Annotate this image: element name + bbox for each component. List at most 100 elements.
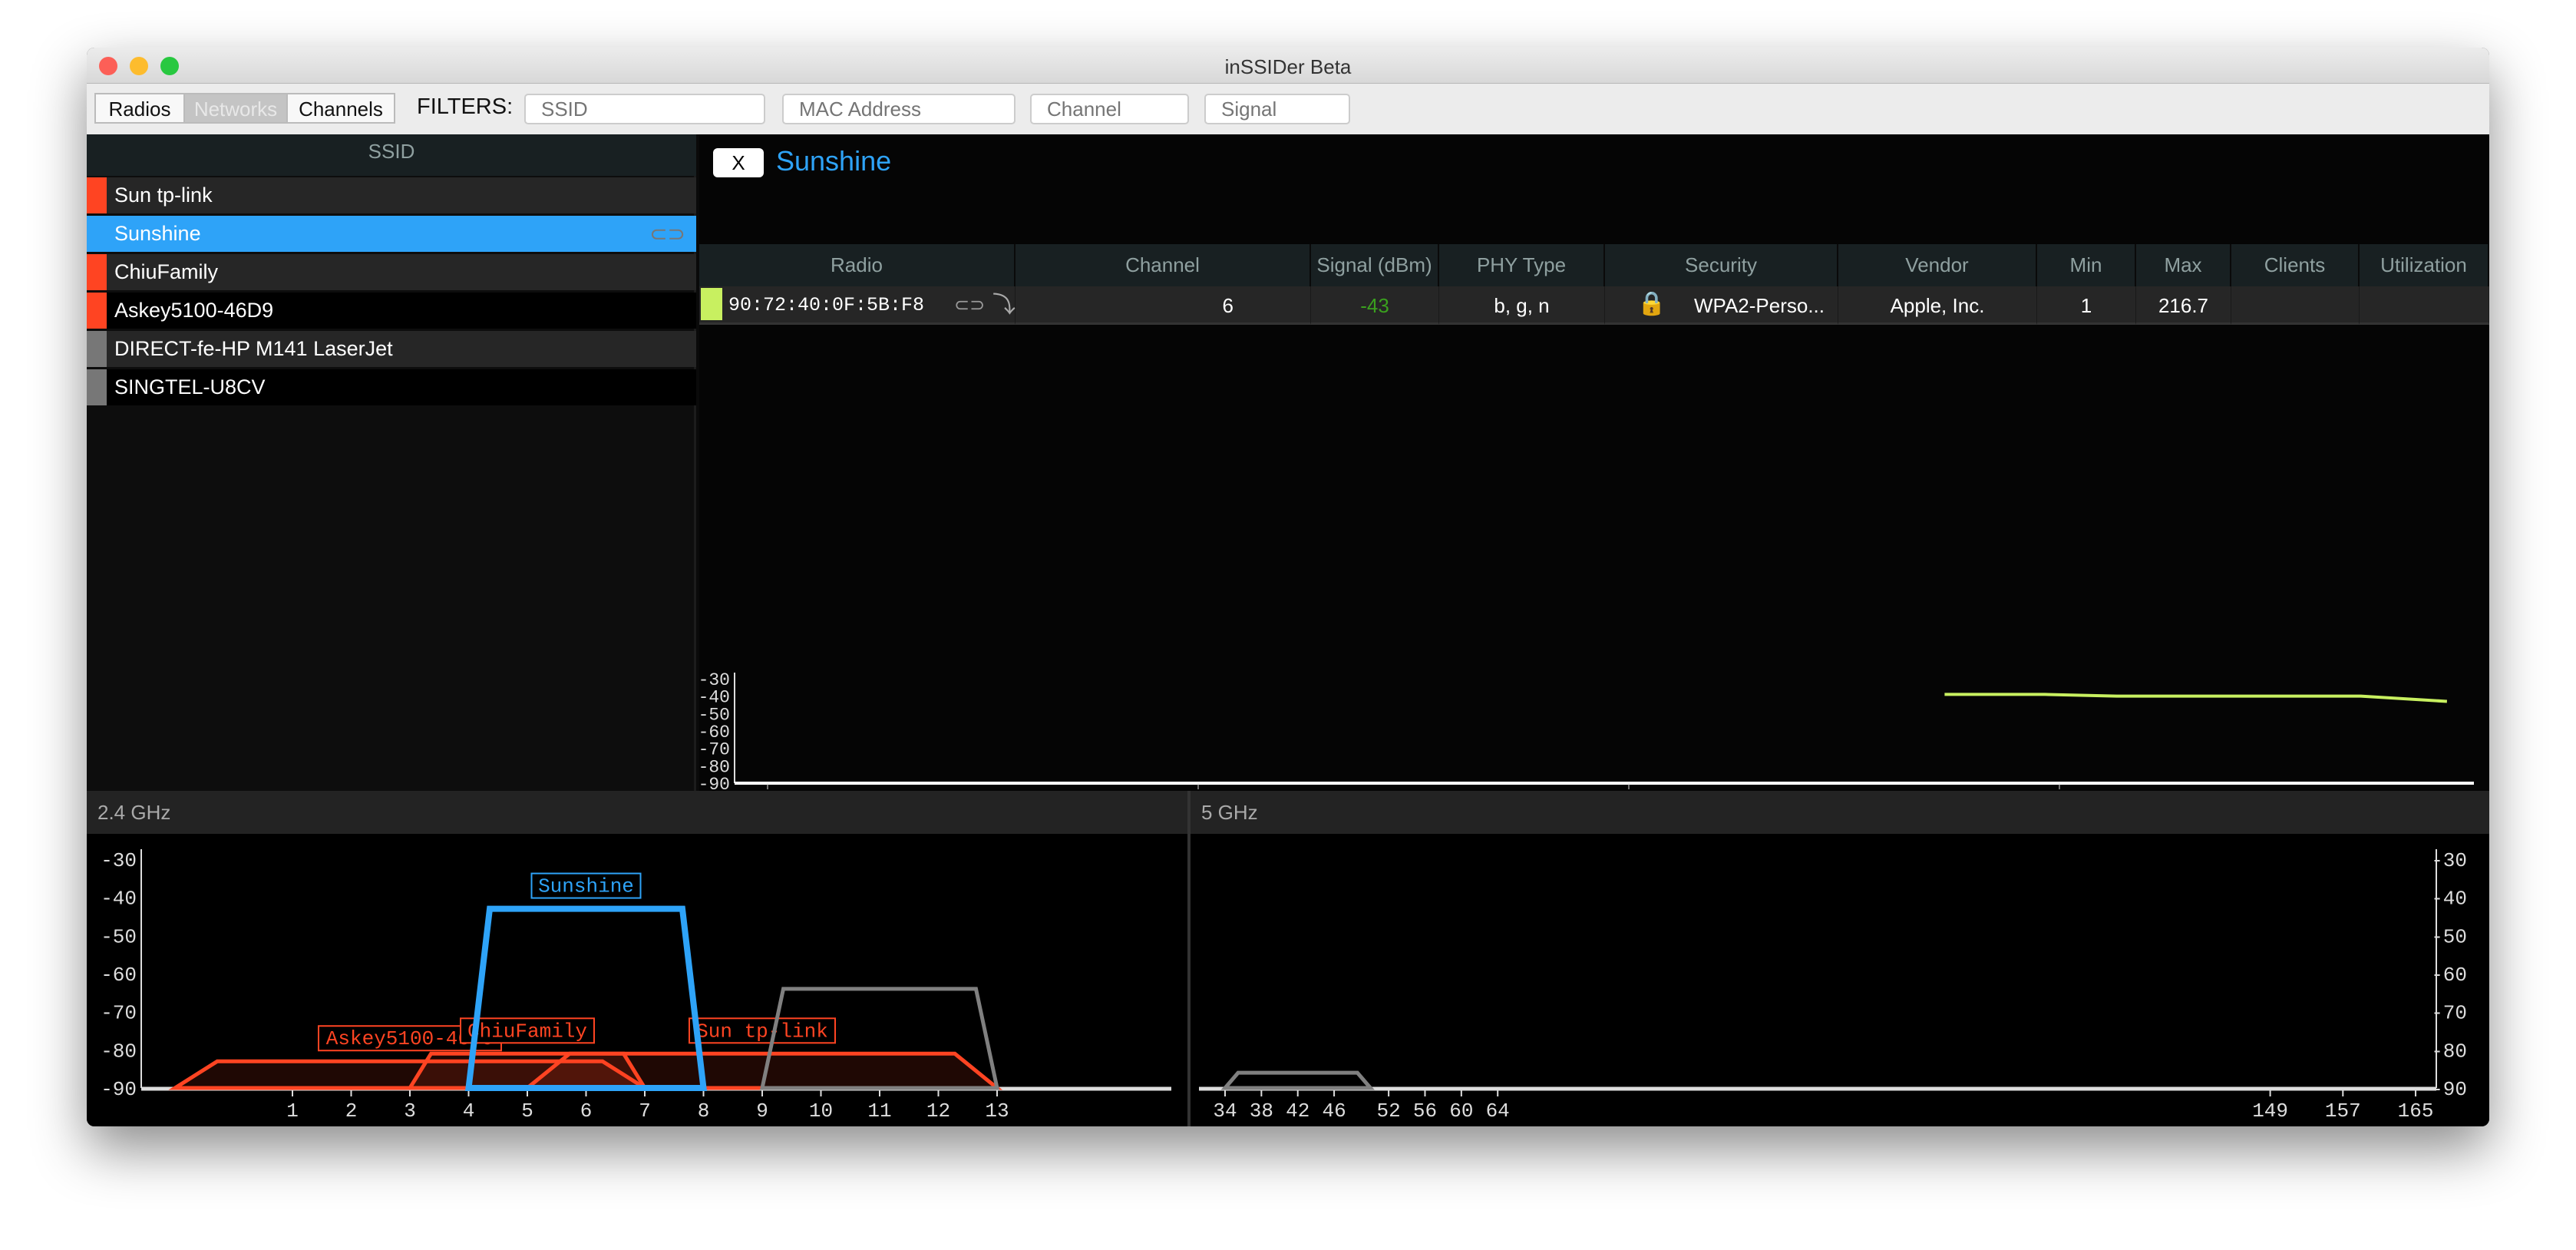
x-tick-label: 9 [756,1100,768,1123]
y-tick-label: -80 [2431,1040,2467,1063]
cell-signal: -43 [1311,286,1439,325]
title-bar: inSSIDer Beta [87,48,2489,84]
column-header-max[interactable]: Max [2136,244,2231,286]
x-tick-label: 8 [698,1100,710,1123]
y-tick-label: -40 [2431,888,2467,911]
security-value: WPA2-Perso... [1694,294,1825,317]
x-tick-label: 42 [1286,1100,1309,1123]
network-label: Sunshine [538,875,634,898]
radio-mac: 90:72:40:0F:5B:F8 [728,294,925,316]
y-tick-label: -50 [2431,925,2467,948]
network-signal-shape [759,987,1000,1090]
column-header-signal[interactable]: Signal (dBm) [1311,244,1439,286]
x-tick-label: 10 [809,1100,833,1123]
window-title: inSSIDer Beta [1224,55,1352,78]
chart-5ghz: -30 -40 -50 -60 -70 -80 -90 34 38 42 46 52 56 60 64 149… [1191,834,2489,1126]
y-tick-label: -60 [2431,964,2467,987]
y-tick-label: -90 [101,1078,137,1101]
x-tick-label: 38 [1250,1100,1273,1123]
x-tick-label: 11 [867,1100,891,1123]
tab-radios[interactable]: Radios [94,93,185,124]
y-tick-label: -40 [101,888,137,911]
x-tick-label: 7 [639,1100,651,1123]
ssid-list-item[interactable]: ChiuFamily [87,254,696,290]
column-header-channel[interactable]: Channel [1016,244,1311,286]
ssid-list-item[interactable]: DIRECT-fe-HP M141 LaserJet [87,331,696,367]
y-tick-label: -90 [2431,1078,2467,1101]
column-header-clients[interactable]: Clients [2231,244,2360,286]
column-header-security[interactable]: Security [1605,244,1838,286]
y-tick-label: -60 [101,964,137,987]
ssid-name: Sunshine [114,222,201,245]
y-tick-label: -50 [101,925,137,948]
y-tick-label: -30 [2431,849,2467,872]
ssid-column-header[interactable]: SSID [87,134,696,176]
x-tick-label: 3 [404,1100,416,1123]
radio-color-swatch [701,288,722,320]
cell-channel: 6 [1016,286,1311,325]
ssid-list-item[interactable]: Sunshine ⊂⊃ [87,216,696,252]
chart-2-4ghz: -30-40-50-60-70-80-901 2 3 4 5 6 7 8 9 10 11 12 13As… [87,834,1187,1126]
cell-utilization [2360,286,2489,325]
ssid-name: SINGTEL-U8CV [114,375,266,398]
tab-networks[interactable]: Networks [183,93,288,124]
cell-min: 1 [2037,286,2136,325]
cell-max: 216.7 [2136,286,2231,325]
column-header-utilization[interactable]: Utilization [2360,244,2489,286]
x-tick-label: 1 [286,1100,299,1123]
ssid-filter-input[interactable] [524,94,765,124]
band-2-4-header: 2.4 GHz [87,791,1187,834]
band-5-header: 5 GHz [1191,791,2489,834]
y-tick-label: -70 [2431,1002,2467,1025]
column-header-vendor[interactable]: Vendor [1838,244,2037,286]
ssid-color-swatch [87,216,107,252]
ssid-color-swatch [87,331,107,367]
y-tick-label: -80 [101,1040,137,1063]
ssid-name: Sun tp-link [114,184,213,207]
selected-ssid-title: Sunshine [776,145,892,177]
cell-clients [2231,286,2360,325]
arrow-down-icon: ⤵ [992,293,1016,318]
ssid-name: ChiuFamily [114,260,219,283]
x-tick-label: 4 [463,1100,475,1123]
tab-channels[interactable]: Channels [286,93,395,124]
x-tick-label: 2 [345,1100,358,1123]
lock-icon: 🔒 [1637,291,1666,316]
ssid-name: Askey5100-46D9 [114,299,274,322]
ssid-list-item[interactable]: Askey5100-46D9 [87,293,696,329]
x-tick-label: 46 [1322,1100,1346,1123]
signal-filter-input[interactable] [1204,94,1350,124]
x-tick-label: 52 [1377,1100,1401,1123]
cell-security: 🔒 WPA2-Perso... [1605,286,1838,325]
x-tick-label: 165 [2398,1100,2434,1123]
x-tick-label: 12 [926,1100,950,1123]
app-window: inSSIDer Beta Radios Networks Channels F… [87,48,2489,1126]
x-tick-label: 56 [1413,1100,1437,1123]
column-header-min[interactable]: Min [2037,244,2136,286]
close-detail-button[interactable]: X [713,148,764,177]
channel-filter-input[interactable] [1030,94,1189,124]
ssid-color-swatch [87,369,107,405]
network-signal-shape [1220,1070,1375,1090]
x-tick-label: 5 [521,1100,533,1123]
ssid-list-panel: SSID Sun tp-link Sunshine ⊂⊃ ChiuFamily Aske… [87,134,696,822]
ssid-list-item[interactable]: Sun tp-link [87,177,696,213]
y-tick-label: -30 [101,849,137,872]
ssid-name: DIRECT-fe-HP M141 LaserJet [114,337,393,360]
mac-filter-input[interactable] [782,94,1016,124]
x-tick-label: 149 [2252,1100,2288,1123]
signal-line [1944,693,2448,703]
link-icon: ⊂⊃ [649,222,685,246]
column-header-phy[interactable]: PHY Type [1439,244,1605,286]
filters-label: FILTERS: [417,94,514,119]
x-tick-label: 157 [2325,1100,2361,1123]
ssid-color-swatch [87,254,107,290]
x-tick-label: 64 [1486,1100,1510,1123]
toolbar: Radios Networks Channels FILTERS: [87,84,2489,134]
cell-radio: 90:72:40:0F:5B:F8 ⊂⊃ ⤵ [699,286,1016,325]
network-signal-shape [465,905,707,1091]
column-header-radio[interactable]: Radio [699,244,1016,286]
network-detail-panel: X Sunshine Radio Channel Signal (dBm) PHY T… [699,134,2489,822]
ssid-list-item[interactable]: SINGTEL-U8CV [87,369,696,405]
cell-vendor: Apple, Inc. [1838,286,2037,325]
